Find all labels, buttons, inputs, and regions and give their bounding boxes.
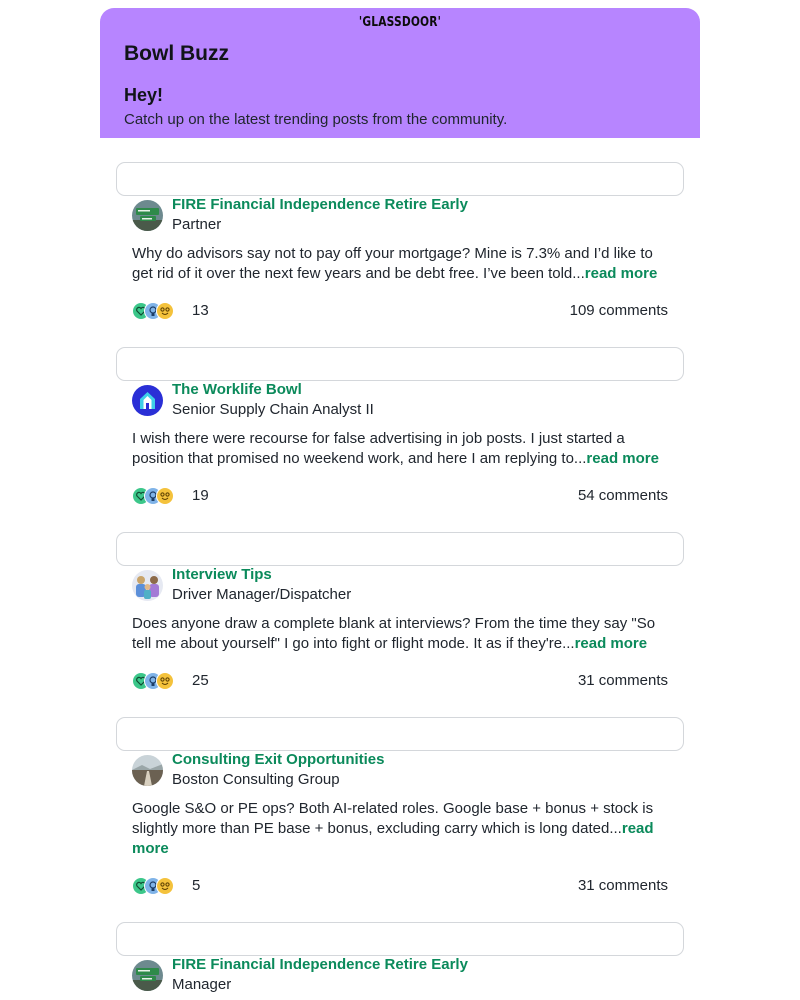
reaction-count: 19	[192, 487, 209, 504]
post-header-box	[116, 162, 684, 196]
author-role: Driver Manager/Dispatcher	[172, 586, 352, 603]
post-header-box	[116, 717, 684, 751]
reaction-count: 25	[192, 672, 209, 689]
author-role: Boston Consulting Group	[172, 771, 340, 788]
comments-link[interactable]: 31 comments	[578, 877, 668, 895]
laugh-reaction-icon	[156, 302, 174, 320]
comments-link[interactable]: 31 comments	[578, 672, 668, 690]
author-role: Partner	[172, 216, 222, 233]
post-excerpt: Does anyone draw a complete blank at int…	[132, 614, 672, 654]
greeting: Hey!	[124, 85, 164, 105]
post-excerpt: I wish there were recourse for false adv…	[132, 429, 672, 469]
road-sign-avatar-icon[interactable]	[132, 200, 163, 231]
reactions[interactable]: 19	[132, 487, 209, 505]
reactions[interactable]: 25	[132, 672, 209, 690]
glassdoor-logo[interactable]: 'GLASSDOOR'	[154, 15, 646, 30]
author-role: Manager	[172, 976, 232, 993]
laugh-reaction-icon	[156, 877, 174, 895]
road-sign-avatar-icon[interactable]	[132, 960, 163, 991]
bowl-name-link[interactable]: Consulting Exit Opportunities	[172, 751, 385, 768]
reaction-count: 13	[192, 302, 209, 319]
post-header-box	[116, 922, 684, 956]
laugh-reaction-icon	[156, 487, 174, 505]
bowl-name-link[interactable]: FIRE Financial Independence Retire Early	[172, 956, 468, 973]
post-excerpt: Why do advisors say not to pay off your …	[132, 244, 672, 284]
header-banner: 'GLASSDOOR' Bowl Buzz Hey! Catch up on t…	[100, 8, 700, 138]
email-container: 'GLASSDOOR' Bowl Buzz Hey! Catch up on t…	[100, 8, 700, 138]
bowl-name-link[interactable]: The Worklife Bowl	[172, 381, 302, 398]
read-more-link[interactable]: read more	[586, 450, 659, 467]
bowl-name-link[interactable]: FIRE Financial Independence Retire Early	[172, 196, 468, 213]
reaction-count: 5	[192, 877, 201, 894]
reactions[interactable]: 13	[132, 302, 209, 320]
house-avatar-icon[interactable]	[132, 385, 163, 416]
bowl-name-link[interactable]: Interview Tips	[172, 566, 272, 583]
post-excerpt-text: Why do advisors say not to pay off your …	[132, 245, 653, 282]
post-excerpt-text: Google S&O or PE ops? Both AI-related ro…	[132, 800, 654, 837]
subtitle: Catch up on the latest trending posts fr…	[124, 111, 508, 128]
post-excerpt: Google S&O or PE ops? Both AI-related ro…	[132, 799, 672, 859]
author-role: Senior Supply Chain Analyst II	[172, 401, 374, 418]
reactions[interactable]: 5	[132, 877, 200, 895]
comments-link[interactable]: 54 comments	[578, 487, 668, 505]
post-header-box	[116, 347, 684, 381]
people-avatar-icon[interactable]	[132, 570, 163, 601]
read-more-link[interactable]: read more	[575, 635, 648, 652]
post-header-box	[116, 532, 684, 566]
laugh-reaction-icon	[156, 672, 174, 690]
post-excerpt-text: I wish there were recourse for false adv…	[132, 430, 625, 467]
newsletter-title: Bowl Buzz	[124, 42, 229, 65]
landscape-avatar-icon[interactable]	[132, 755, 163, 786]
read-more-link[interactable]: read more	[585, 265, 658, 282]
comments-link[interactable]: 109 comments	[570, 302, 668, 320]
